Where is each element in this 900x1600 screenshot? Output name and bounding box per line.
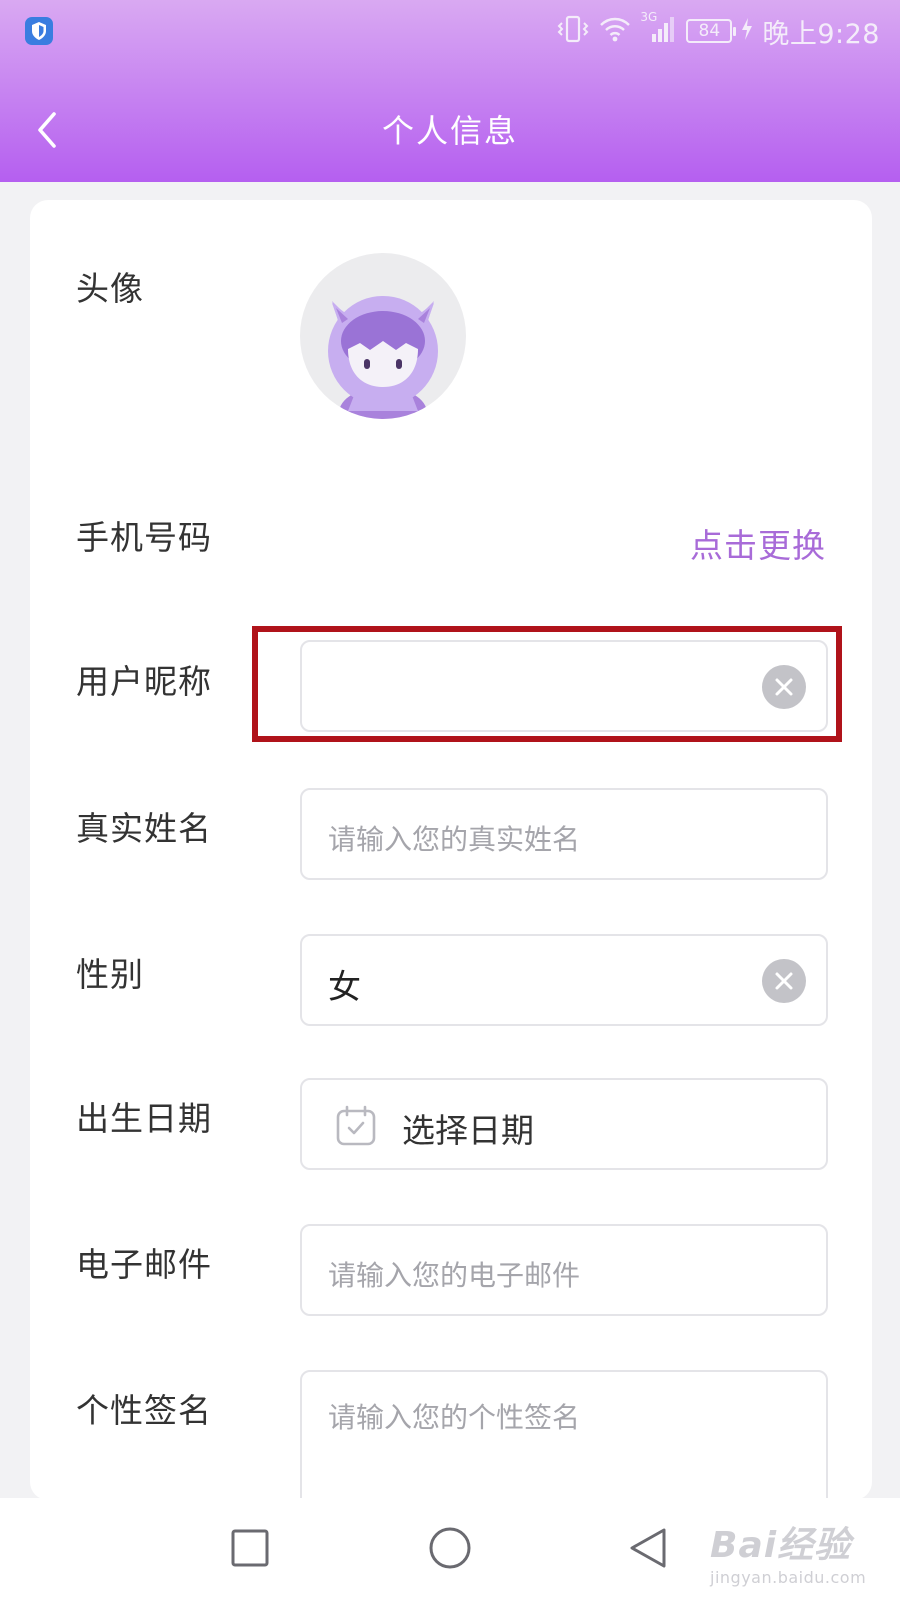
recent-apps-button[interactable] (230, 1528, 270, 1572)
avatar-cat-icon (328, 296, 438, 419)
highlight-box (252, 626, 842, 742)
watermark: Bai经验 jingyan.baidu.com (710, 1516, 880, 1587)
battery-level: 84 (698, 21, 721, 41)
shield-icon (25, 17, 53, 45)
nickname-label: 用户昵称 (76, 662, 212, 701)
gender-label: 性别 (76, 955, 144, 994)
recent-apps-icon (231, 1529, 269, 1567)
app-header: 3G 84 晚上9:28 个人信息 (0, 0, 900, 182)
watermark-main: Bai经验 (710, 1525, 852, 1566)
email-placeholder: 请输入您的电子邮件 (328, 1259, 581, 1292)
birthday-picker[interactable]: 选择日期 (300, 1078, 828, 1170)
gender-input[interactable]: 女 (300, 934, 828, 1026)
signal-icon: 3G (640, 10, 678, 48)
birthday-label: 出生日期 (76, 1099, 212, 1138)
status-time: 晚上9:28 (762, 18, 880, 50)
signature-label: 个性签名 (76, 1391, 212, 1430)
calendar-icon (334, 1104, 378, 1152)
clear-icon (775, 972, 793, 990)
avatar-label: 头像 (76, 269, 144, 308)
back-nav-button[interactable] (628, 1526, 668, 1574)
email-label: 电子邮件 (76, 1245, 212, 1284)
status-icons: 3G 84 晚上9:28 (556, 10, 880, 50)
gender-clear-button[interactable] (762, 959, 806, 1003)
network-type: 3G (640, 10, 658, 24)
system-nav-bar: Bai经验 jingyan.baidu.com (0, 1498, 900, 1600)
page-title: 个人信息 (381, 112, 518, 150)
birthday-placeholder: 选择日期 (402, 1111, 534, 1150)
charging-icon (740, 17, 754, 45)
back-triangle-icon (630, 1528, 666, 1568)
real-name-input[interactable]: 请输入您的真实姓名 (300, 788, 828, 880)
phone-label: 手机号码 (76, 518, 212, 557)
home-icon (429, 1527, 471, 1569)
avatar[interactable] (300, 253, 466, 419)
battery-icon: 84 (686, 19, 737, 43)
signature-placeholder: 请输入您的个性签名 (328, 1401, 581, 1434)
real-name-placeholder: 请输入您的真实姓名 (328, 823, 581, 856)
real-name-label: 真实姓名 (76, 809, 212, 848)
email-input[interactable]: 请输入您的电子邮件 (300, 1224, 828, 1316)
watermark-sub: jingyan.baidu.com (710, 1568, 867, 1587)
home-button[interactable] (428, 1526, 472, 1574)
change-phone-link[interactable]: 点击更换 (690, 519, 826, 567)
wifi-icon (598, 15, 632, 47)
vibrate-icon (556, 14, 590, 48)
status-bar: 3G 84 晚上9:28 (0, 0, 900, 62)
gender-value: 女 (328, 967, 361, 1006)
